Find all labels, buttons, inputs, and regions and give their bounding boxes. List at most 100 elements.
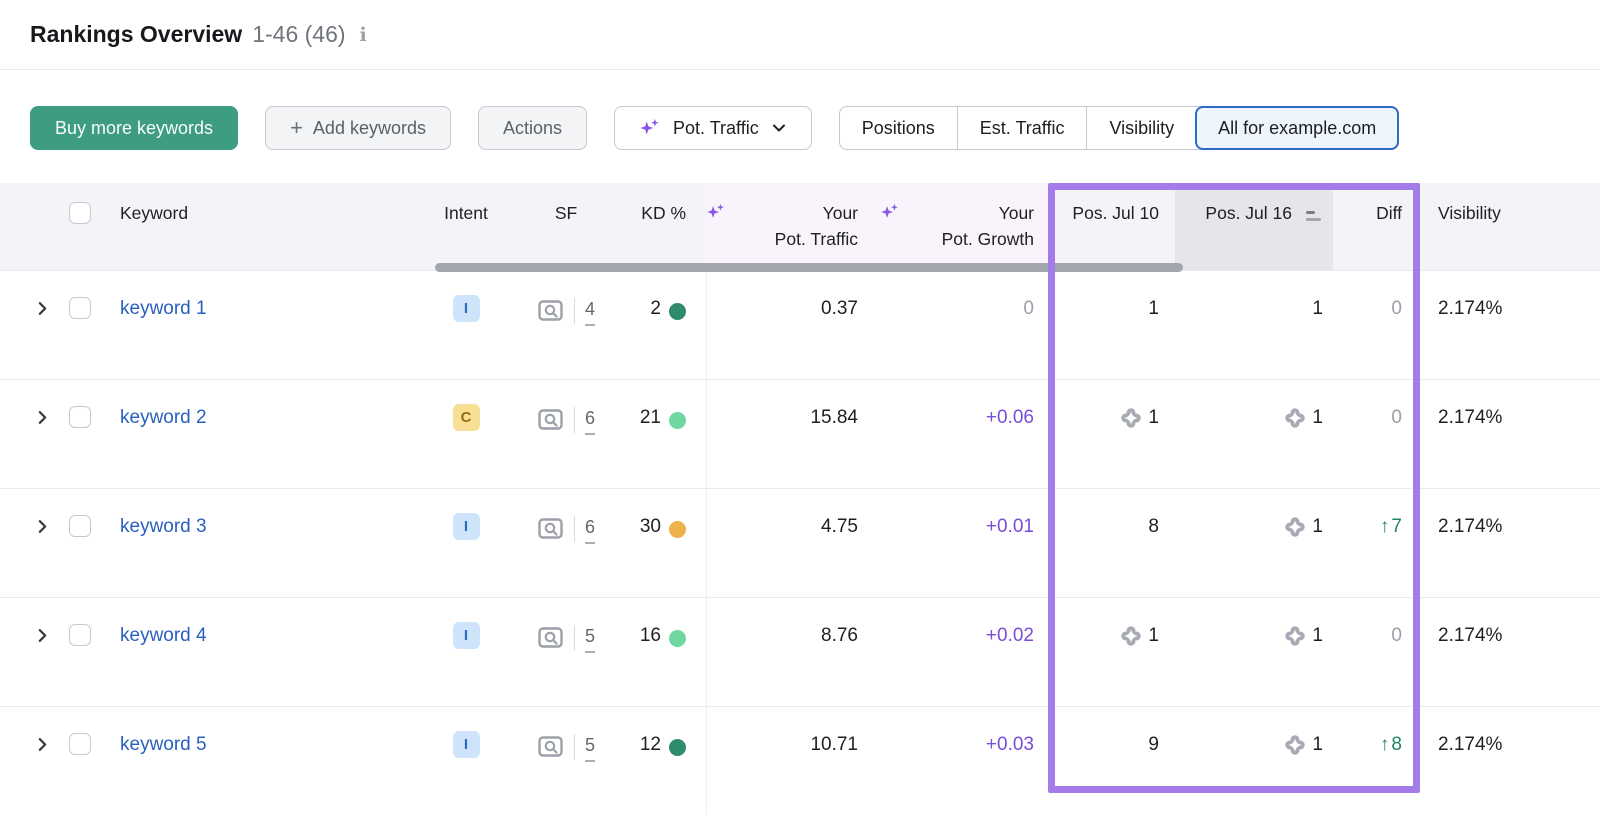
column-header-pos-jul16[interactable]: Pos. Jul 16 [1175,183,1333,270]
expand-chevron-icon[interactable] [34,409,51,426]
serp-features-icon [537,516,564,541]
diff-cell: ↑0 [1333,271,1420,379]
intent-badge: I [453,295,480,322]
actions-label: Actions [503,118,562,139]
diff-cell: ↑0 [1333,380,1420,488]
column-header-kd[interactable]: KD % [616,183,706,270]
pos-jul16-value: 1 [1312,404,1323,432]
tab-all-for-domain[interactable]: All for example.com [1195,106,1399,150]
sf-count[interactable]: 5 [585,622,595,653]
pos-jul10-value: 1 [1148,404,1159,432]
row-checkbox[interactable] [69,297,91,319]
ai-sparkles-icon [880,202,900,222]
pos-jul16-value: 1 [1312,295,1323,323]
pos-jul16-value: 1 [1312,622,1323,650]
row-checkbox[interactable] [69,624,91,646]
kd-difficulty-dot [669,412,686,429]
metric-dropdown[interactable]: Pot. Traffic [614,106,812,150]
visibility-value: 2.174% [1420,707,1600,815]
add-keywords-button[interactable]: + Add keywords [265,106,451,150]
intent-badge: I [453,513,480,540]
intent-badge: I [453,731,480,758]
sf-count[interactable]: 6 [585,513,595,544]
ai-sparkles-icon [639,117,661,139]
column-header-pos-jul10[interactable]: Pos. Jul 10 [1048,183,1175,270]
table-row: keyword 2C62115.84+0.0611↑02.174% [0,379,1600,488]
table-row: keyword 3I6304.75+0.0181↑72.174% [0,488,1600,597]
pot-growth-value: +0.01 [880,489,1048,597]
diff-cell: ↑7 [1333,489,1420,597]
table-header-row: Keyword Intent SF KD % Your Pot. Traffic [0,183,1600,270]
column-header-visibility[interactable]: Visibility [1420,183,1600,270]
serp-feature-icon [1284,625,1306,647]
kd-value: 12 [640,731,661,759]
pos-jul10-value: 8 [1148,513,1159,541]
expand-chevron-icon[interactable] [34,627,51,644]
serp-feature-icon [1284,516,1306,538]
column-header-pot-traffic[interactable]: Your Pot. Traffic [706,183,880,270]
toolbar: Buy more keywords + Add keywords Actions… [0,70,1600,183]
keyword-link[interactable]: keyword 5 [120,731,207,759]
actions-button[interactable]: Actions [478,106,587,150]
buy-more-keywords-button[interactable]: Buy more keywords [30,106,238,150]
serp-feature-icon [1284,734,1306,756]
arrow-up-icon: ↑ [1380,513,1390,541]
tab-visibility[interactable]: Visibility [1086,107,1196,149]
kd-value: 2 [650,295,661,323]
serp-features-icon [537,298,564,323]
metric-dropdown-label: Pot. Traffic [673,118,759,139]
pot-traffic-value: 8.76 [706,598,880,706]
info-icon[interactable]: i [360,24,367,46]
serp-feature-icon [1120,407,1142,429]
kd-difficulty-dot [669,303,686,320]
pos-jul10-value: 9 [1148,731,1159,759]
kd-value: 30 [640,513,661,541]
pot-growth-value: +0.06 [880,380,1048,488]
visibility-value: 2.174% [1420,489,1600,597]
sf-count[interactable]: 4 [585,295,595,326]
pot-growth-value: +0.03 [880,707,1048,815]
expand-chevron-icon[interactable] [34,518,51,535]
keyword-link[interactable]: keyword 1 [120,295,207,323]
column-header-keyword[interactable]: Keyword [92,183,416,270]
horizontal-scrollbar[interactable] [435,263,1183,272]
pos-jul16-value: 1 [1312,731,1323,759]
column-header-intent[interactable]: Intent [416,183,496,270]
column-header-pot-growth[interactable]: Your Pot. Growth [880,183,1048,270]
chevron-down-icon [771,120,787,136]
visibility-value: 2.174% [1420,380,1600,488]
table-row: keyword 5I51210.71+0.0391↑82.174% [0,706,1600,815]
expand-chevron-icon[interactable] [34,300,51,317]
keyword-link[interactable]: keyword 2 [120,404,207,432]
expand-chevron-icon[interactable] [34,736,51,753]
row-checkbox[interactable] [69,406,91,428]
sf-count[interactable]: 6 [585,404,595,435]
pot-growth-value: +0.02 [880,598,1048,706]
serp-features-icon [537,734,564,759]
table-row: keyword 4I5168.76+0.0211↑02.174% [0,597,1600,706]
sf-count[interactable]: 5 [585,731,595,762]
tab-positions[interactable]: Positions [840,107,957,149]
keyword-link[interactable]: keyword 4 [120,622,207,650]
column-header-sf[interactable]: SF [496,183,616,270]
kd-value: 16 [640,622,661,650]
tab-est-traffic[interactable]: Est. Traffic [957,107,1087,149]
row-checkbox[interactable] [69,733,91,755]
intent-badge: I [453,622,480,649]
keyword-link[interactable]: keyword 3 [120,513,207,541]
serp-feature-icon [1284,407,1306,429]
select-all-checkbox[interactable] [69,202,91,224]
pot-traffic-value: 4.75 [706,489,880,597]
serp-feature-icon [1120,625,1142,647]
row-checkbox[interactable] [69,515,91,537]
pot-growth-value: 0 [880,271,1048,379]
serp-features-icon [537,625,564,650]
pos-jul10-value: 1 [1148,622,1159,650]
diff-value: 0 [1391,622,1402,650]
column-header-diff[interactable]: Diff [1333,183,1420,270]
diff-cell: ↑0 [1333,598,1420,706]
pot-traffic-value: 15.84 [706,380,880,488]
kd-difficulty-dot [669,630,686,647]
intent-badge: C [453,404,480,431]
sort-icon [1306,210,1323,223]
